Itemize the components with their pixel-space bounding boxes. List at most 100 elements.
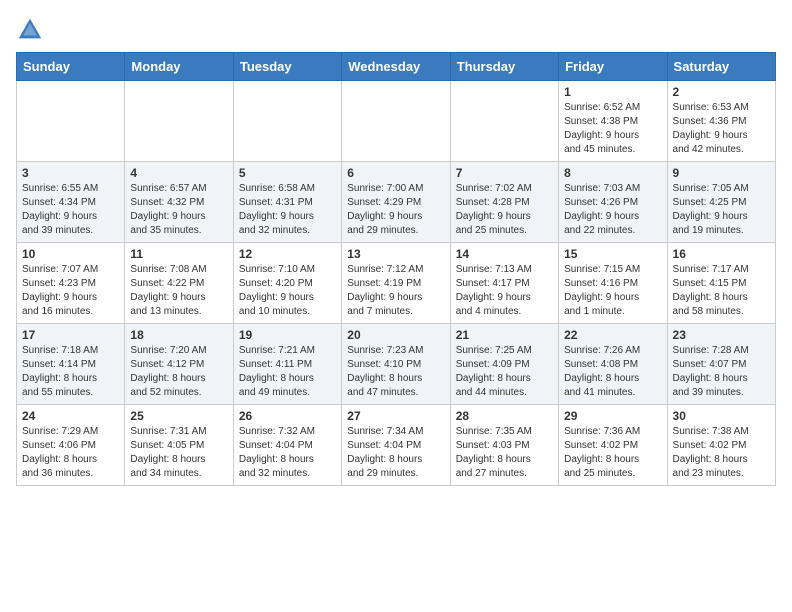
week-row-2: 3 Sunrise: 6:55 AM Sunset: 4:34 PM Daylig…: [17, 162, 776, 243]
day-number: 1: [564, 85, 661, 99]
day-number: 6: [347, 166, 444, 180]
calendar-cell: 7Sunrise: 7:02 AM Sunset: 4:28 PM Daylig…: [450, 162, 558, 243]
day-info: Sunrise: 7:29 AM Sunset: 4:06 PM Dayligh…: [22, 425, 119, 481]
logo: [16, 16, 48, 44]
calendar-cell: 2 Sunrise: 6:53 AM Sunset: 4:36 PM Daylig…: [667, 81, 775, 162]
calendar-cell: 6 Sunrise: 7:00 AM Sunset: 4:29 PM Daylig…: [342, 162, 450, 243]
day-number: 21: [456, 328, 553, 342]
day-info: Sunrise: 7:15 AM Sunset: 4:16 PM Dayligh…: [564, 263, 661, 319]
calendar-cell: 11 Sunrise: 7:08 AM Sunset: 4:22 PM Dayli…: [125, 243, 233, 324]
day-number: 20: [347, 328, 444, 342]
day-info: Sunrise: 6:52 AM Sunset: 4:38 PM Dayligh…: [564, 101, 661, 157]
calendar-cell: 1 Sunrise: 6:52 AM Sunset: 4:38 PM Daylig…: [559, 81, 667, 162]
calendar-cell: 13 Sunrise: 7:12 AM Sunset: 4:19 PM Dayli…: [342, 243, 450, 324]
calendar-cell: 18 Sunrise: 7:20 AM Sunset: 4:12 PM Dayli…: [125, 324, 233, 405]
day-number: 26: [239, 409, 336, 423]
weekday-header-row: SundayMondayTuesdayWednesdayThursdayFrid…: [17, 53, 776, 81]
calendar-cell: 10 Sunrise: 7:07 AM Sunset: 4:23 PM Dayli…: [17, 243, 125, 324]
day-number: 13: [347, 247, 444, 261]
calendar-cell: 16 Sunrise: 7:17 AM Sunset: 4:15 PM Dayli…: [667, 243, 775, 324]
day-number: 27: [347, 409, 444, 423]
day-number: 8: [564, 166, 661, 180]
calendar-cell: 29 Sunrise: 7:36 AM Sunset: 4:02 PM Dayli…: [559, 405, 667, 486]
calendar-cell: [233, 81, 341, 162]
day-info: Sunrise: 7:25 AM Sunset: 4:09 PM Dayligh…: [456, 344, 553, 400]
weekday-header-sunday: Sunday: [17, 53, 125, 81]
week-row-4: 17 Sunrise: 7:18 AM Sunset: 4:14 PM Dayli…: [17, 324, 776, 405]
day-info: Sunrise: 7:34 AM Sunset: 4:04 PM Dayligh…: [347, 425, 444, 481]
day-info: Sunrise: 7:00 AM Sunset: 4:29 PM Dayligh…: [347, 182, 444, 238]
calendar-cell: 21 Sunrise: 7:25 AM Sunset: 4:09 PM Dayli…: [450, 324, 558, 405]
weekday-header-tuesday: Tuesday: [233, 53, 341, 81]
calendar-cell: 28Sunrise: 7:35 AM Sunset: 4:03 PM Dayli…: [450, 405, 558, 486]
day-info: Sunrise: 7:12 AM Sunset: 4:19 PM Dayligh…: [347, 263, 444, 319]
day-number: 30: [673, 409, 770, 423]
day-info: Sunrise: 7:23 AM Sunset: 4:10 PM Dayligh…: [347, 344, 444, 400]
day-info: Sunrise: 7:05 AM Sunset: 4:25 PM Dayligh…: [673, 182, 770, 238]
day-number: 28: [456, 409, 553, 423]
calendar-cell: 17 Sunrise: 7:18 AM Sunset: 4:14 PM Dayli…: [17, 324, 125, 405]
calendar-cell: 3 Sunrise: 6:55 AM Sunset: 4:34 PM Daylig…: [17, 162, 125, 243]
calendar-cell: 23 Sunrise: 7:28 AM Sunset: 4:07 PM Dayli…: [667, 324, 775, 405]
day-number: 2: [673, 85, 770, 99]
day-info: Sunrise: 7:02 AM Sunset: 4:28 PM Dayligh…: [456, 182, 553, 238]
weekday-header-saturday: Saturday: [667, 53, 775, 81]
calendar-cell: 30 Sunrise: 7:38 AM Sunset: 4:02 PM Dayli…: [667, 405, 775, 486]
day-info: Sunrise: 7:07 AM Sunset: 4:23 PM Dayligh…: [22, 263, 119, 319]
day-info: Sunrise: 6:58 AM Sunset: 4:31 PM Dayligh…: [239, 182, 336, 238]
weekday-header-friday: Friday: [559, 53, 667, 81]
day-info: Sunrise: 7:17 AM Sunset: 4:15 PM Dayligh…: [673, 263, 770, 319]
calendar-cell: 25 Sunrise: 7:31 AM Sunset: 4:05 PM Dayli…: [125, 405, 233, 486]
day-number: 11: [130, 247, 227, 261]
day-number: 19: [239, 328, 336, 342]
calendar-cell: 5Sunrise: 6:58 AM Sunset: 4:31 PM Daylig…: [233, 162, 341, 243]
day-number: 24: [22, 409, 119, 423]
day-info: Sunrise: 7:20 AM Sunset: 4:12 PM Dayligh…: [130, 344, 227, 400]
day-number: 12: [239, 247, 336, 261]
calendar-cell: 4Sunrise: 6:57 AM Sunset: 4:32 PM Daylig…: [125, 162, 233, 243]
calendar-cell: 26 Sunrise: 7:32 AM Sunset: 4:04 PM Dayli…: [233, 405, 341, 486]
day-number: 15: [564, 247, 661, 261]
day-info: Sunrise: 7:32 AM Sunset: 4:04 PM Dayligh…: [239, 425, 336, 481]
calendar-cell: 24 Sunrise: 7:29 AM Sunset: 4:06 PM Dayli…: [17, 405, 125, 486]
day-number: 3: [22, 166, 119, 180]
calendar-cell: 27 Sunrise: 7:34 AM Sunset: 4:04 PM Dayli…: [342, 405, 450, 486]
day-info: Sunrise: 7:38 AM Sunset: 4:02 PM Dayligh…: [673, 425, 770, 481]
calendar-cell: [125, 81, 233, 162]
day-info: Sunrise: 7:21 AM Sunset: 4:11 PM Dayligh…: [239, 344, 336, 400]
week-row-5: 24 Sunrise: 7:29 AM Sunset: 4:06 PM Dayli…: [17, 405, 776, 486]
day-number: 25: [130, 409, 227, 423]
day-info: Sunrise: 7:36 AM Sunset: 4:02 PM Dayligh…: [564, 425, 661, 481]
day-info: Sunrise: 7:08 AM Sunset: 4:22 PM Dayligh…: [130, 263, 227, 319]
day-info: Sunrise: 7:31 AM Sunset: 4:05 PM Dayligh…: [130, 425, 227, 481]
weekday-header-wednesday: Wednesday: [342, 53, 450, 81]
calendar-cell: [342, 81, 450, 162]
day-number: 18: [130, 328, 227, 342]
day-number: 17: [22, 328, 119, 342]
weekday-header-monday: Monday: [125, 53, 233, 81]
calendar-cell: 12 Sunrise: 7:10 AM Sunset: 4:20 PM Dayli…: [233, 243, 341, 324]
day-info: Sunrise: 7:26 AM Sunset: 4:08 PM Dayligh…: [564, 344, 661, 400]
day-number: 22: [564, 328, 661, 342]
page-header: [16, 16, 776, 44]
calendar-cell: [17, 81, 125, 162]
calendar-cell: 19 Sunrise: 7:21 AM Sunset: 4:11 PM Dayli…: [233, 324, 341, 405]
day-number: 29: [564, 409, 661, 423]
calendar-cell: 20 Sunrise: 7:23 AM Sunset: 4:10 PM Dayli…: [342, 324, 450, 405]
day-number: 16: [673, 247, 770, 261]
calendar-cell: 14Sunrise: 7:13 AM Sunset: 4:17 PM Dayli…: [450, 243, 558, 324]
calendar-cell: 22 Sunrise: 7:26 AM Sunset: 4:08 PM Dayli…: [559, 324, 667, 405]
day-info: Sunrise: 7:28 AM Sunset: 4:07 PM Dayligh…: [673, 344, 770, 400]
day-info: Sunrise: 6:57 AM Sunset: 4:32 PM Dayligh…: [130, 182, 227, 238]
calendar-cell: 8Sunrise: 7:03 AM Sunset: 4:26 PM Daylig…: [559, 162, 667, 243]
day-number: 10: [22, 247, 119, 261]
week-row-1: 1 Sunrise: 6:52 AM Sunset: 4:38 PM Daylig…: [17, 81, 776, 162]
day-number: 23: [673, 328, 770, 342]
day-info: Sunrise: 7:18 AM Sunset: 4:14 PM Dayligh…: [22, 344, 119, 400]
day-info: Sunrise: 6:55 AM Sunset: 4:34 PM Dayligh…: [22, 182, 119, 238]
weekday-header-thursday: Thursday: [450, 53, 558, 81]
calendar-cell: 15 Sunrise: 7:15 AM Sunset: 4:16 PM Dayli…: [559, 243, 667, 324]
calendar-table: SundayMondayTuesdayWednesdayThursdayFrid…: [16, 52, 776, 486]
day-info: Sunrise: 6:53 AM Sunset: 4:36 PM Dayligh…: [673, 101, 770, 157]
day-info: Sunrise: 7:10 AM Sunset: 4:20 PM Dayligh…: [239, 263, 336, 319]
